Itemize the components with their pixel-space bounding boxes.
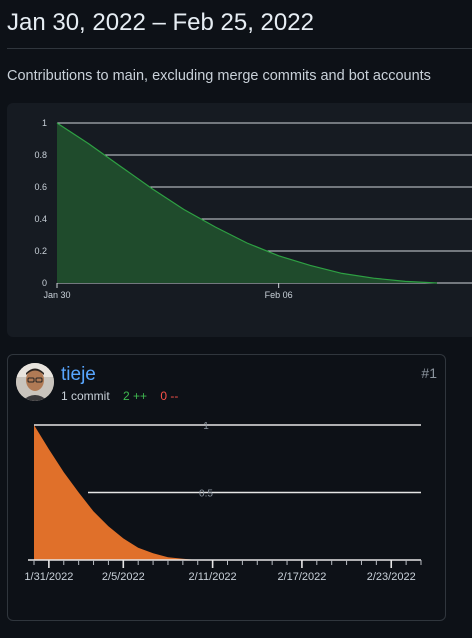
- y-tick-label: 0.4: [34, 214, 47, 224]
- y-tick-label: 0.2: [34, 246, 47, 256]
- x-tick-label: 2/5/2022: [102, 571, 145, 583]
- contributions-description: Contributions to main, excluding merge c…: [7, 68, 431, 84]
- x-tick-label: 2/11/2022: [189, 571, 237, 583]
- y-tick-label: 0.5: [199, 489, 213, 500]
- y-tick-label: 0.8: [34, 150, 47, 160]
- y-tick-label: 1: [203, 421, 209, 432]
- header-divider: [7, 48, 472, 49]
- contribution-area: [57, 123, 437, 283]
- x-tick-label: 2/23/2022: [367, 571, 416, 583]
- x-tick-label: Feb 06: [265, 290, 293, 300]
- y-tick-label: 1: [42, 118, 47, 128]
- x-tick-label: 2/17/2022: [277, 571, 326, 583]
- y-tick-label: 0.6: [34, 182, 47, 192]
- contributions-chart[interactable]: 0 0.2 0.4 0.6 0.8 1 Jan 30 Feb 06: [7, 103, 472, 337]
- x-tick-label: Jan 30: [43, 290, 70, 300]
- contributor-card: tieje 1 commit 2 ++ 0 -- #1 1 0.5 1/31/202…: [7, 354, 446, 621]
- contributions-chart-card: 0 0.2 0.4 0.6 0.8 1 Jan 30 Feb 06: [7, 103, 472, 337]
- y-tick-label: 0: [42, 278, 47, 288]
- contributor-chart[interactable]: 1 0.5 1/31/2022 2/5/2022 2/11/2022 2/17/2022 2…: [8, 355, 447, 622]
- x-tick-label: 1/31/2022: [24, 571, 73, 583]
- date-range-title: Jan 30, 2022 – Feb 25, 2022: [7, 9, 314, 36]
